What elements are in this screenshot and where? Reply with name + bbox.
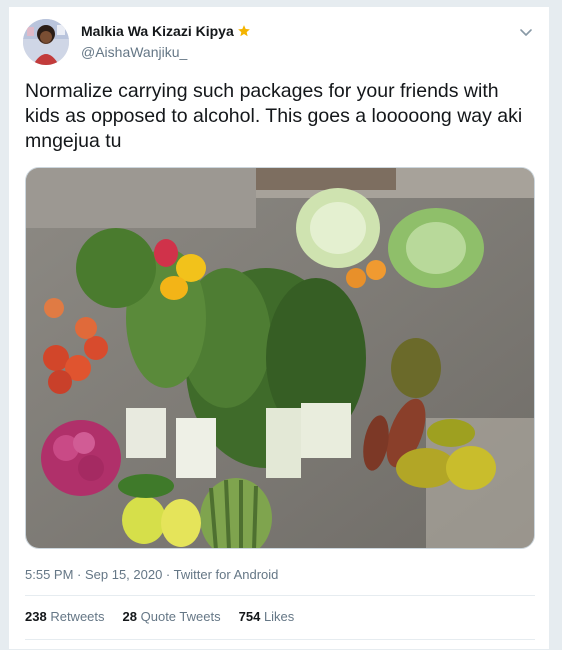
quote-tweets-stat[interactable]: 28 Quote Tweets (123, 609, 221, 624)
tweet-text: Normalize carrying such packages for you… (25, 80, 523, 152)
retweets-count: 238 (25, 609, 47, 624)
produce-photo (26, 168, 534, 548)
likes-count: 754 (238, 609, 261, 624)
tweet-header: Malkia Wa Kizazi Kipya @AishaWanjiku_ (23, 19, 535, 67)
quote-tweets-label: Quote Tweets (140, 609, 221, 624)
divider (25, 639, 535, 640)
retweets-label: Retweets (50, 609, 105, 624)
display-name-text: Malkia Wa Kizazi Kipya (81, 23, 234, 39)
likes-label: Likes (263, 609, 295, 624)
tweet-timestamp[interactable]: 5:55 PM · Sep 15, 2020 · Twitter for And… (25, 567, 278, 582)
more-options-button[interactable] (517, 23, 535, 41)
chevron-down-icon (520, 29, 532, 36)
avatar-image (23, 19, 69, 65)
avatar[interactable] (23, 19, 69, 65)
star-icon (237, 25, 250, 37)
retweets-stat[interactable]: 238 Retweets (25, 609, 105, 624)
tweet-photo[interactable] (25, 167, 535, 549)
likes-stat[interactable]: 754 Likes (239, 609, 295, 624)
quote-tweets-count: 28 (122, 609, 137, 624)
display-name[interactable]: Malkia Wa Kizazi Kipya (81, 23, 251, 39)
tweet-stats: 238 Retweets 28 Quote Tweets 754 Likes (25, 609, 294, 624)
user-handle[interactable]: @AishaWanjiku_ (81, 44, 251, 60)
tweet-card: Malkia Wa Kizazi Kipya @AishaWanjiku_ No… (8, 6, 550, 650)
divider (25, 595, 535, 596)
user-names: Malkia Wa Kizazi Kipya @AishaWanjiku_ (81, 23, 251, 60)
